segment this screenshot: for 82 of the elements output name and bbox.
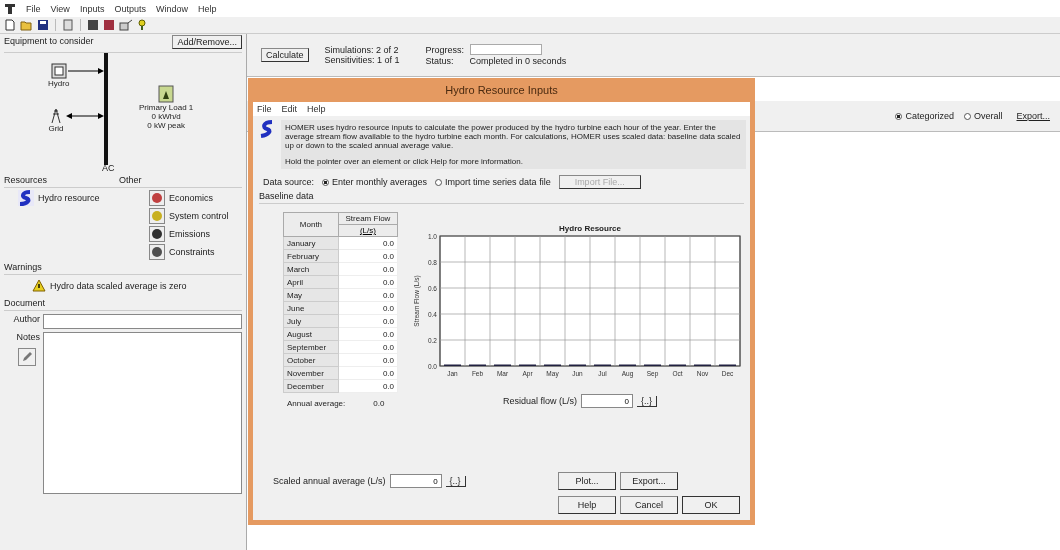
status-label: Status: [425, 56, 455, 66]
help-button[interactable]: Help [558, 496, 616, 514]
section-title: Warnings [4, 262, 42, 272]
arrow [66, 67, 104, 75]
edit-notes-button[interactable] [18, 348, 36, 366]
sensitivities-count: Sensitivities: 1 of 1 [324, 55, 400, 65]
section-title: Baseline data [259, 191, 314, 201]
sensitivity-button[interactable]: {..} [445, 475, 466, 487]
load-icon[interactable] [158, 85, 175, 103]
cancel-button[interactable]: Cancel [620, 496, 678, 514]
menu-item[interactable]: Outputs [114, 3, 146, 14]
field-label: Scaled annual average (L/s) [273, 476, 386, 486]
add-remove-button[interactable]: Add/Remove... [172, 35, 242, 49]
info-text: Hold the pointer over an element or click Help for more information. [285, 157, 524, 166]
menu-item[interactable]: Help [197, 3, 217, 14]
annual-average-value: 0.0 [373, 399, 385, 408]
chart-title: Hydro Resource [559, 224, 621, 233]
constraints-icon[interactable] [149, 244, 165, 260]
warning-message: Hydro data scaled average is zero [50, 280, 187, 291]
residual-flow-field[interactable]: 0 [581, 394, 633, 408]
warning-icon [32, 279, 46, 292]
menu-item[interactable]: Window [155, 3, 188, 14]
data-source-option[interactable]: Enter monthly averages [322, 177, 428, 187]
app-icon [4, 2, 16, 15]
bus-label: AC [102, 163, 115, 173]
plot-button[interactable]: Plot... [558, 472, 616, 490]
hydro-icon [259, 120, 275, 138]
menu-item[interactable]: Help [307, 104, 326, 114]
menu-item[interactable]: Edit [281, 104, 298, 114]
menu-item[interactable]: File [26, 3, 41, 14]
hydro-icon[interactable] [18, 190, 34, 206]
notes-field[interactable] [43, 332, 242, 494]
load-name: Primary Load 1 [139, 103, 194, 112]
dialog-title: Hydro Resource Inputs [445, 84, 558, 96]
menu-item[interactable]: View [50, 3, 70, 14]
resource-item[interactable]: Hydro resource [38, 193, 100, 203]
scaled-average-field[interactable]: 0 [389, 474, 442, 488]
new-file-icon[interactable] [4, 19, 16, 31]
field-label: Author [12, 314, 40, 326]
component-label: Grid [48, 124, 64, 133]
section-title: Resources [4, 175, 48, 185]
document-icon[interactable] [62, 19, 74, 31]
field-label: Notes [16, 332, 40, 342]
ok-button[interactable]: OK [682, 496, 740, 514]
section-title: Equipment to consider [4, 36, 94, 46]
pylon-icon[interactable] [48, 108, 64, 124]
menu-item[interactable]: File [257, 104, 272, 114]
data-source-option[interactable]: Import time series data file [435, 177, 551, 187]
component-icon[interactable] [119, 19, 133, 31]
economics-icon[interactable] [149, 190, 165, 206]
load-peak: 0 kW peak [147, 121, 185, 130]
pencil-icon [21, 351, 33, 363]
other-item[interactable]: Emissions [169, 229, 210, 239]
sensitivity-button[interactable]: {..} [637, 395, 657, 407]
column-header: Stream Flow [338, 212, 398, 225]
annual-average-label: Annual average: [287, 399, 346, 408]
export-button[interactable]: Export... [620, 472, 678, 490]
simulations-count: Simulations: 2 of 2 [324, 45, 400, 55]
double-arrow [66, 112, 104, 120]
component-label: Hydro [48, 79, 70, 88]
menu-item[interactable]: Inputs [79, 3, 105, 14]
view-option[interactable]: Categorized [895, 111, 954, 121]
section-title: Document [4, 298, 46, 308]
calculate-button[interactable]: Calculate [261, 48, 309, 62]
field-label: Residual flow (L/s) [502, 396, 577, 406]
column-header: Month [283, 212, 339, 237]
other-item[interactable]: Economics [169, 193, 213, 203]
author-field[interactable] [43, 314, 242, 329]
info-text: HOMER uses hydro resource inputs to calculate the power produced by the hydro turbine each hour of the year. Enter the average stream flow available to the hydro turbine each month. For calculations, HOMER uses scaled data: baseline data scaled up or down to the scaled annual average value. [285, 123, 742, 150]
other-item[interactable]: System control [169, 211, 229, 221]
other-item[interactable]: Constraints [169, 247, 215, 257]
open-folder-icon[interactable] [20, 19, 33, 31]
progress-label: Progress: [425, 44, 466, 55]
turbine-icon[interactable] [50, 63, 67, 79]
help-icon[interactable] [137, 19, 147, 31]
section-title: Other [119, 175, 142, 185]
emissions-icon[interactable] [149, 226, 165, 242]
field-label: Data source: [263, 177, 315, 187]
save-icon[interactable] [37, 19, 49, 31]
view-option[interactable]: Overall [963, 111, 1003, 121]
load-energy: 0 kWh/d [151, 112, 181, 121]
status-text: Completed in 0 seconds [469, 56, 567, 66]
